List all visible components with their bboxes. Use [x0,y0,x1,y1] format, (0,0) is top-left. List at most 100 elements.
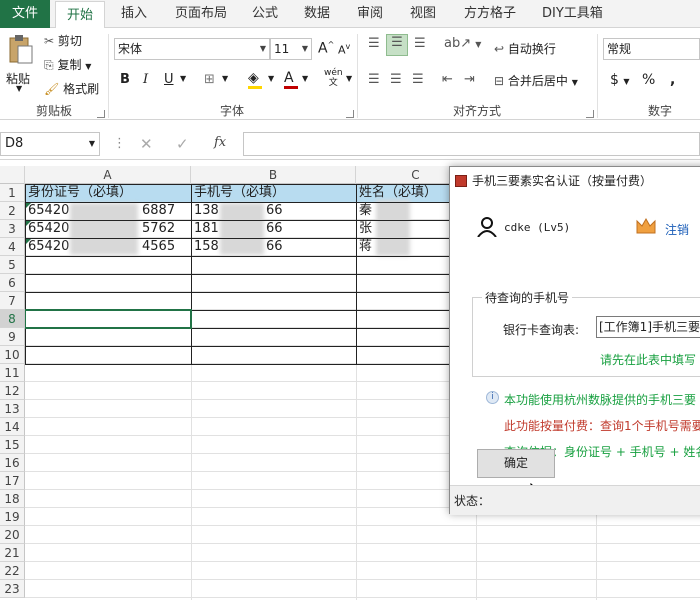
cut-button[interactable]: ✂ 剪切 [44,32,82,49]
ribbon-tab-bar: 文件 开始 插入 页面布局 公式 数据 审阅 视图 方方格子 DIY工具箱 [0,0,700,29]
increase-indent-icon[interactable]: ⇥ [464,72,475,87]
row-header[interactable]: 1 [0,184,25,202]
dialog-title-bar[interactable]: 手机三要素实名认证（按量付费） [450,167,700,195]
row-header[interactable]: 23 [0,580,25,598]
row-header[interactable]: 7 [0,292,25,310]
bold-button[interactable]: B [120,72,130,87]
align-top-icon[interactable]: ☰ [368,36,380,51]
align-right-icon[interactable]: ☰ [412,72,424,87]
row-header[interactable]: 9 [0,328,25,346]
name-box-value: D8 [5,136,24,151]
paste-icon [9,35,33,64]
row-header[interactable]: 6 [0,274,25,292]
tab-file[interactable]: 文件 [0,0,50,28]
align-left-icon[interactable]: ☰ [368,72,380,87]
clipboard-group-label: 剪贴板 [35,104,72,118]
align-middle-icon[interactable]: ☰ [386,34,408,56]
tab-page-layout[interactable]: 页面布局 [175,0,227,28]
row-header[interactable]: 22 [0,562,25,580]
more-icon: ⋮ [113,136,126,151]
row-header[interactable]: 16 [0,454,25,472]
chevron-down-icon[interactable]: ▼ [346,74,352,83]
alignment-launcher-icon[interactable] [586,110,594,118]
paste-button[interactable]: 粘贴 ▼ [4,32,36,94]
chevron-down-icon[interactable]: ▼ [268,74,274,83]
row-header[interactable]: 13 [0,400,25,418]
tab-insert[interactable]: 插入 [121,0,147,28]
formula-input[interactable] [243,132,700,156]
border-icon[interactable]: ⊞ [204,72,215,87]
row-header[interactable]: 20 [0,526,25,544]
row-header[interactable]: 10 [0,346,25,364]
phonetic-label: wén [324,68,343,78]
font-color-icon[interactable]: A [284,70,298,89]
tab-diy-toolbox[interactable]: DIY工具箱 [542,0,603,28]
row-header[interactable]: 17 [0,472,25,490]
formula-bar: D8 ▼ ⋮ ✕ ✓ fx [0,128,700,160]
currency-icon[interactable]: $ ▼ [610,72,630,88]
chevron-down-icon: ▼ [88,139,95,148]
query-table-input[interactable]: [工作簿1]手机三要 [596,316,700,338]
row-header[interactable]: 2 [0,202,25,220]
tab-view[interactable]: 视图 [410,0,436,28]
function-icon[interactable]: fx [214,135,226,150]
chevron-down-icon[interactable]: ▼ [302,74,308,83]
row-header[interactable]: 14 [0,418,25,436]
row-header[interactable]: 21 [0,544,25,562]
tab-fangfang[interactable]: 方方格子 [464,0,516,28]
number-group-label: 数字 [647,104,672,118]
row-header[interactable]: 12 [0,382,25,400]
row-header[interactable]: 11 [0,364,25,382]
merge-icon: ⊟ [494,74,505,88]
align-center-icon[interactable]: ☰ [390,72,402,87]
decrease-font-icon[interactable]: Av [338,42,350,57]
align-bottom-icon[interactable]: ☰ [414,36,426,51]
tab-home[interactable]: 开始 [55,1,105,29]
column-header-a[interactable]: A [25,166,191,184]
tab-review[interactable]: 审阅 [357,0,383,28]
row-header[interactable]: 5 [0,256,25,274]
row-header[interactable]: 18 [0,490,25,508]
copy-button[interactable]: ⎘ 复制 ▼ [44,56,91,73]
grid-line [25,561,700,562]
increase-font-icon[interactable]: A^ [318,40,334,57]
cancel-icon[interactable]: ✕ [140,135,153,153]
comma-icon[interactable]: , [670,72,675,88]
confirm-icon[interactable]: ✓ [176,135,189,153]
row-header[interactable]: 3 [0,220,25,238]
column-header-b[interactable]: B [191,166,356,184]
decrease-indent-icon[interactable]: ⇤ [442,72,453,87]
row-header[interactable]: 8 [0,310,25,328]
tab-data[interactable]: 数据 [304,0,330,28]
font-launcher-icon[interactable] [346,110,354,118]
chevron-down-icon: ▼ [571,78,578,87]
name-box[interactable]: D8 ▼ [0,132,100,156]
select-all-corner[interactable] [0,166,25,184]
font-size-select[interactable]: 11 ▼ [270,38,312,60]
format-painter-button[interactable]: 🖌 格式刷 [44,80,99,97]
ok-button[interactable]: 确定 [477,449,555,478]
wrap-text-button[interactable]: ↩ 自动换行 [494,40,556,57]
percent-icon[interactable]: % [642,72,655,88]
tab-formulas[interactable]: 公式 [252,0,278,28]
italic-button[interactable]: I [143,72,148,87]
underline-button[interactable]: U [164,72,174,87]
font-name-select[interactable]: 宋体 ▼ [114,38,270,60]
row-header[interactable]: 19 [0,508,25,526]
row-header[interactable]: 15 [0,436,25,454]
chevron-down-icon: ▼ [85,62,92,71]
user-icon [477,217,497,237]
orientation-icon[interactable]: ab↗ ▼ [444,36,481,51]
dialog-title: 手机三要素实名认证（按量付费） [472,174,653,188]
chevron-down-icon[interactable]: ▼ [180,74,186,83]
phonetic-icon[interactable]: wén 文 [324,68,343,88]
copy-label: 复制 [57,58,82,72]
row-header[interactable]: 4 [0,238,25,256]
merge-center-button[interactable]: ⊟ 合并后居中 ▼ [494,72,578,89]
clipboard-launcher-icon[interactable] [97,110,105,118]
info-pricing-text: 此功能按量付费：查询1个手机号需要 [504,419,700,433]
chevron-down-icon[interactable]: ▼ [222,74,228,83]
number-format-select[interactable]: 常规 [603,38,700,60]
logout-link[interactable]: 注销 [665,221,689,238]
fill-color-icon[interactable]: ◈ [248,70,262,89]
